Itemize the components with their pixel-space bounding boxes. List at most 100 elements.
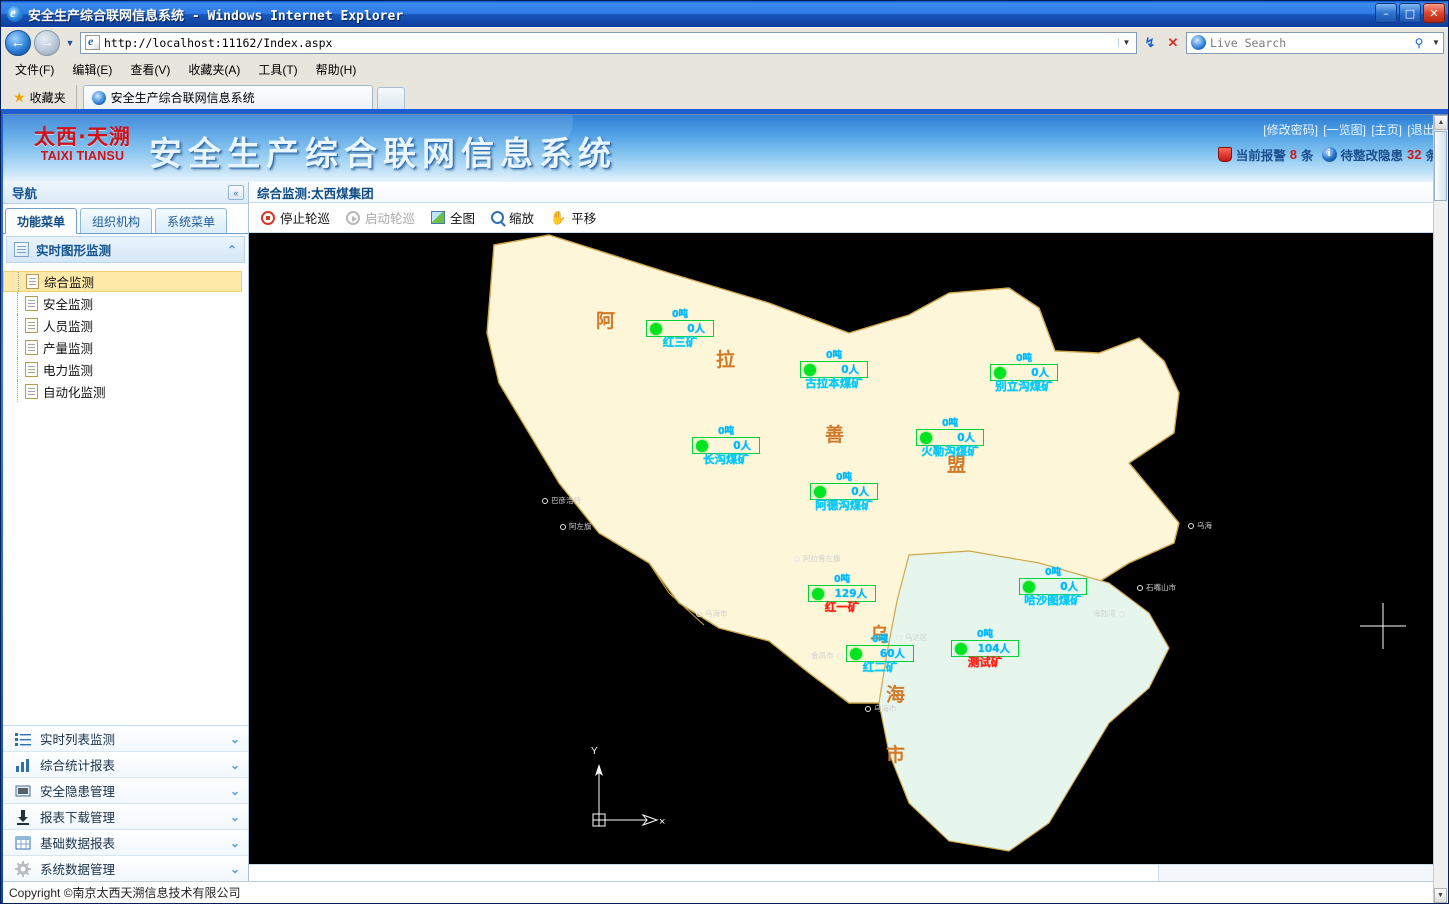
town-label: 乌海 bbox=[1197, 520, 1212, 531]
menu-item-tools[interactable]: 工具(T) bbox=[258, 61, 297, 78]
search-input[interactable]: Live Search bbox=[1210, 36, 1409, 50]
menu-item-help[interactable]: 帮助(H) bbox=[316, 61, 357, 78]
chevron-down-icon[interactable]: ⌄ bbox=[230, 862, 240, 876]
chevron-down-icon[interactable]: ⌄ bbox=[230, 784, 240, 798]
sidebar-item-output[interactable]: 产量监测 bbox=[3, 336, 248, 358]
chevron-down-icon[interactable]: ⌄ bbox=[230, 836, 240, 850]
forward-arrow-icon[interactable]: → bbox=[34, 30, 60, 56]
search-box[interactable]: Live Search ⚲ ▼ bbox=[1186, 32, 1444, 54]
star-icon: ★ bbox=[13, 89, 26, 106]
town-label: 阿左旗 bbox=[569, 521, 592, 532]
alarm-badge[interactable]: 当前报警 8 条 bbox=[1218, 145, 1314, 164]
scrollbar-thumb[interactable] bbox=[1434, 131, 1447, 201]
sidebar-tab-system-menu[interactable]: 系统菜单 bbox=[155, 208, 227, 233]
mine-marker[interactable]: 0吨 104人 测试矿 bbox=[951, 630, 1019, 669]
new-tab-icon[interactable] bbox=[377, 87, 405, 109]
menu-item-favorites[interactable]: 收藏夹(A) bbox=[188, 61, 240, 78]
pan-label: 平移 bbox=[571, 208, 596, 227]
pan-button[interactable]: ✋ 平移 bbox=[550, 208, 596, 227]
sidebar-section-system-data[interactable]: 系统数据管理 ⌄ bbox=[3, 856, 248, 882]
sidebar-section-label: 基础数据报表 bbox=[40, 833, 221, 852]
mine-tons: 0吨 bbox=[1019, 568, 1087, 578]
stop-icon[interactable]: ✕ bbox=[1163, 33, 1183, 53]
full-map-button[interactable]: 全图 bbox=[431, 208, 475, 227]
menu-item-view[interactable]: 查看(V) bbox=[130, 61, 170, 78]
sidebar-item-safety[interactable]: 安全监测 bbox=[3, 292, 248, 314]
sidebar-section-realtime-list[interactable]: 实时列表监测 ⌄ bbox=[3, 726, 248, 752]
menu-item-file[interactable]: 文件(F) bbox=[15, 61, 54, 78]
page-viewport: 太西·天溯 TAIXI TIANSU 安全生产综合联网信息系统 [修改密码] [… bbox=[3, 114, 1448, 903]
mine-name: 古拉本煤矿 bbox=[800, 377, 868, 390]
list-icon bbox=[15, 731, 31, 747]
document-icon bbox=[25, 384, 38, 399]
chevron-down-icon[interactable]: ⌄ bbox=[230, 758, 240, 772]
mine-name: 红一矿 bbox=[808, 601, 876, 614]
link-home[interactable]: [主页] bbox=[1371, 123, 1402, 137]
sidebar-item-automation[interactable]: 自动化监测 bbox=[3, 380, 248, 402]
link-change-password[interactable]: [修改密码] bbox=[1263, 123, 1318, 137]
url-dropdown-icon[interactable]: ▼ bbox=[1118, 38, 1134, 47]
mine-marker[interactable]: 0吨 0人 别立沟煤矿 bbox=[990, 354, 1058, 393]
mine-name: 测试矿 bbox=[951, 656, 1019, 669]
mine-marker[interactable]: 0吨 0人 阿德沟煤矿 bbox=[810, 473, 878, 512]
mine-marker[interactable]: 0吨 129人 红一矿 bbox=[808, 575, 876, 614]
collapse-sidebar-icon[interactable]: « bbox=[228, 185, 244, 200]
sidebar-section-hazard-management[interactable]: 安全隐患管理 ⌄ bbox=[3, 778, 248, 804]
search-provider-icon bbox=[1191, 35, 1206, 50]
mine-tons: 0吨 bbox=[810, 473, 878, 483]
sidebar-item-power[interactable]: 电力监测 bbox=[3, 358, 248, 380]
sidebar-item-label: 安全监测 bbox=[43, 294, 93, 313]
mine-marker[interactable]: 0吨 0人 红三矿 bbox=[646, 310, 714, 349]
hazard-badge[interactable]: 待整改隐患 32 条 bbox=[1322, 145, 1439, 164]
sidebar-section-report-download[interactable]: 报表下载管理 ⌄ bbox=[3, 804, 248, 830]
history-dropdown-icon[interactable]: ▼ bbox=[63, 38, 77, 48]
close-button[interactable]: ✕ bbox=[1423, 3, 1445, 23]
sidebar-tab-organization[interactable]: 组织机构 bbox=[80, 208, 152, 233]
zoom-button[interactable]: 缩放 bbox=[491, 208, 534, 227]
status-dot-icon bbox=[994, 367, 1006, 379]
bar-chart-icon bbox=[15, 757, 31, 773]
header-links: [修改密码] [一览图] [主页] [退出] bbox=[1261, 121, 1438, 138]
mine-marker[interactable]: 0吨 0人 哈沙图煤矿 bbox=[1019, 568, 1087, 607]
search-icon[interactable]: ⚲ bbox=[1409, 36, 1429, 50]
sidebar-group-realtime-graphic[interactable]: 实时图形监测 ⌃ bbox=[6, 236, 245, 263]
zoom-label: 缩放 bbox=[509, 208, 534, 227]
company-logo: 太西·天溯 TAIXI TIANSU bbox=[25, 125, 140, 163]
favorites-button[interactable]: ★ 收藏夹 bbox=[9, 85, 77, 109]
footer: Copyright ©南京太西天溯信息技术有限公司 bbox=[3, 881, 1448, 903]
stop-patrol-button[interactable]: 停止轮巡 bbox=[261, 208, 330, 227]
mine-marker[interactable]: 0吨 0人 火勒沟煤矿 bbox=[916, 419, 984, 458]
search-dropdown-icon[interactable]: ▼ bbox=[1429, 38, 1443, 47]
scroll-down-icon[interactable]: ▼ bbox=[1434, 888, 1447, 903]
browser-tab[interactable]: 安全生产综合联网信息系统 bbox=[83, 85, 373, 109]
link-overview[interactable]: [一览图] bbox=[1323, 123, 1366, 137]
svg-text:Y: Y bbox=[591, 746, 598, 757]
town-marker: 阿左旗 bbox=[560, 521, 592, 532]
mine-marker[interactable]: 0吨 60人 红二矿 bbox=[846, 635, 914, 674]
menu-item-edit[interactable]: 编辑(E) bbox=[72, 61, 112, 78]
maximize-button[interactable]: □ bbox=[1399, 3, 1421, 23]
back-arrow-icon[interactable]: ← bbox=[5, 30, 31, 56]
status-dot-icon bbox=[1023, 581, 1035, 593]
sidebar-tab-function-menu[interactable]: 功能菜单 bbox=[5, 208, 77, 234]
chevron-down-icon[interactable]: ⌄ bbox=[230, 732, 240, 746]
mine-marker[interactable]: 0吨 0人 古拉本煤矿 bbox=[800, 351, 868, 390]
sidebar-item-label: 人员监测 bbox=[43, 316, 93, 335]
town-dot-icon bbox=[865, 706, 871, 712]
sidebar-item-personnel[interactable]: 人员监测 bbox=[3, 314, 248, 336]
map-canvas[interactable]: 阿 拉 善 盟 乌 海 市 巴彦浩特 阿左旗 bbox=[249, 233, 1448, 864]
sidebar-section-statistics-report[interactable]: 综合统计报表 ⌄ bbox=[3, 752, 248, 778]
sidebar-item-comprehensive[interactable]: 综合监测 bbox=[3, 271, 242, 292]
town-label: 乌海市 bbox=[705, 608, 728, 619]
url-bar[interactable]: http://localhost:11162/Index.aspx ▼ bbox=[80, 32, 1137, 54]
minimize-button[interactable]: – bbox=[1375, 3, 1397, 23]
chevron-up-icon[interactable]: ⌃ bbox=[227, 243, 237, 257]
url-input[interactable]: http://localhost:11162/Index.aspx bbox=[104, 36, 1118, 50]
scroll-up-icon[interactable]: ▲ bbox=[1434, 115, 1448, 130]
page-scrollbar[interactable]: ▲ ▼ bbox=[1433, 115, 1448, 903]
sidebar-section-basic-data-report[interactable]: 基础数据报表 ⌄ bbox=[3, 830, 248, 856]
start-patrol-button[interactable]: 启动轮巡 bbox=[346, 208, 415, 227]
chevron-down-icon[interactable]: ⌄ bbox=[230, 810, 240, 824]
mine-marker[interactable]: 0吨 0人 长沟煤矿 bbox=[692, 427, 760, 466]
refresh-icon[interactable]: ↯ bbox=[1140, 33, 1160, 53]
